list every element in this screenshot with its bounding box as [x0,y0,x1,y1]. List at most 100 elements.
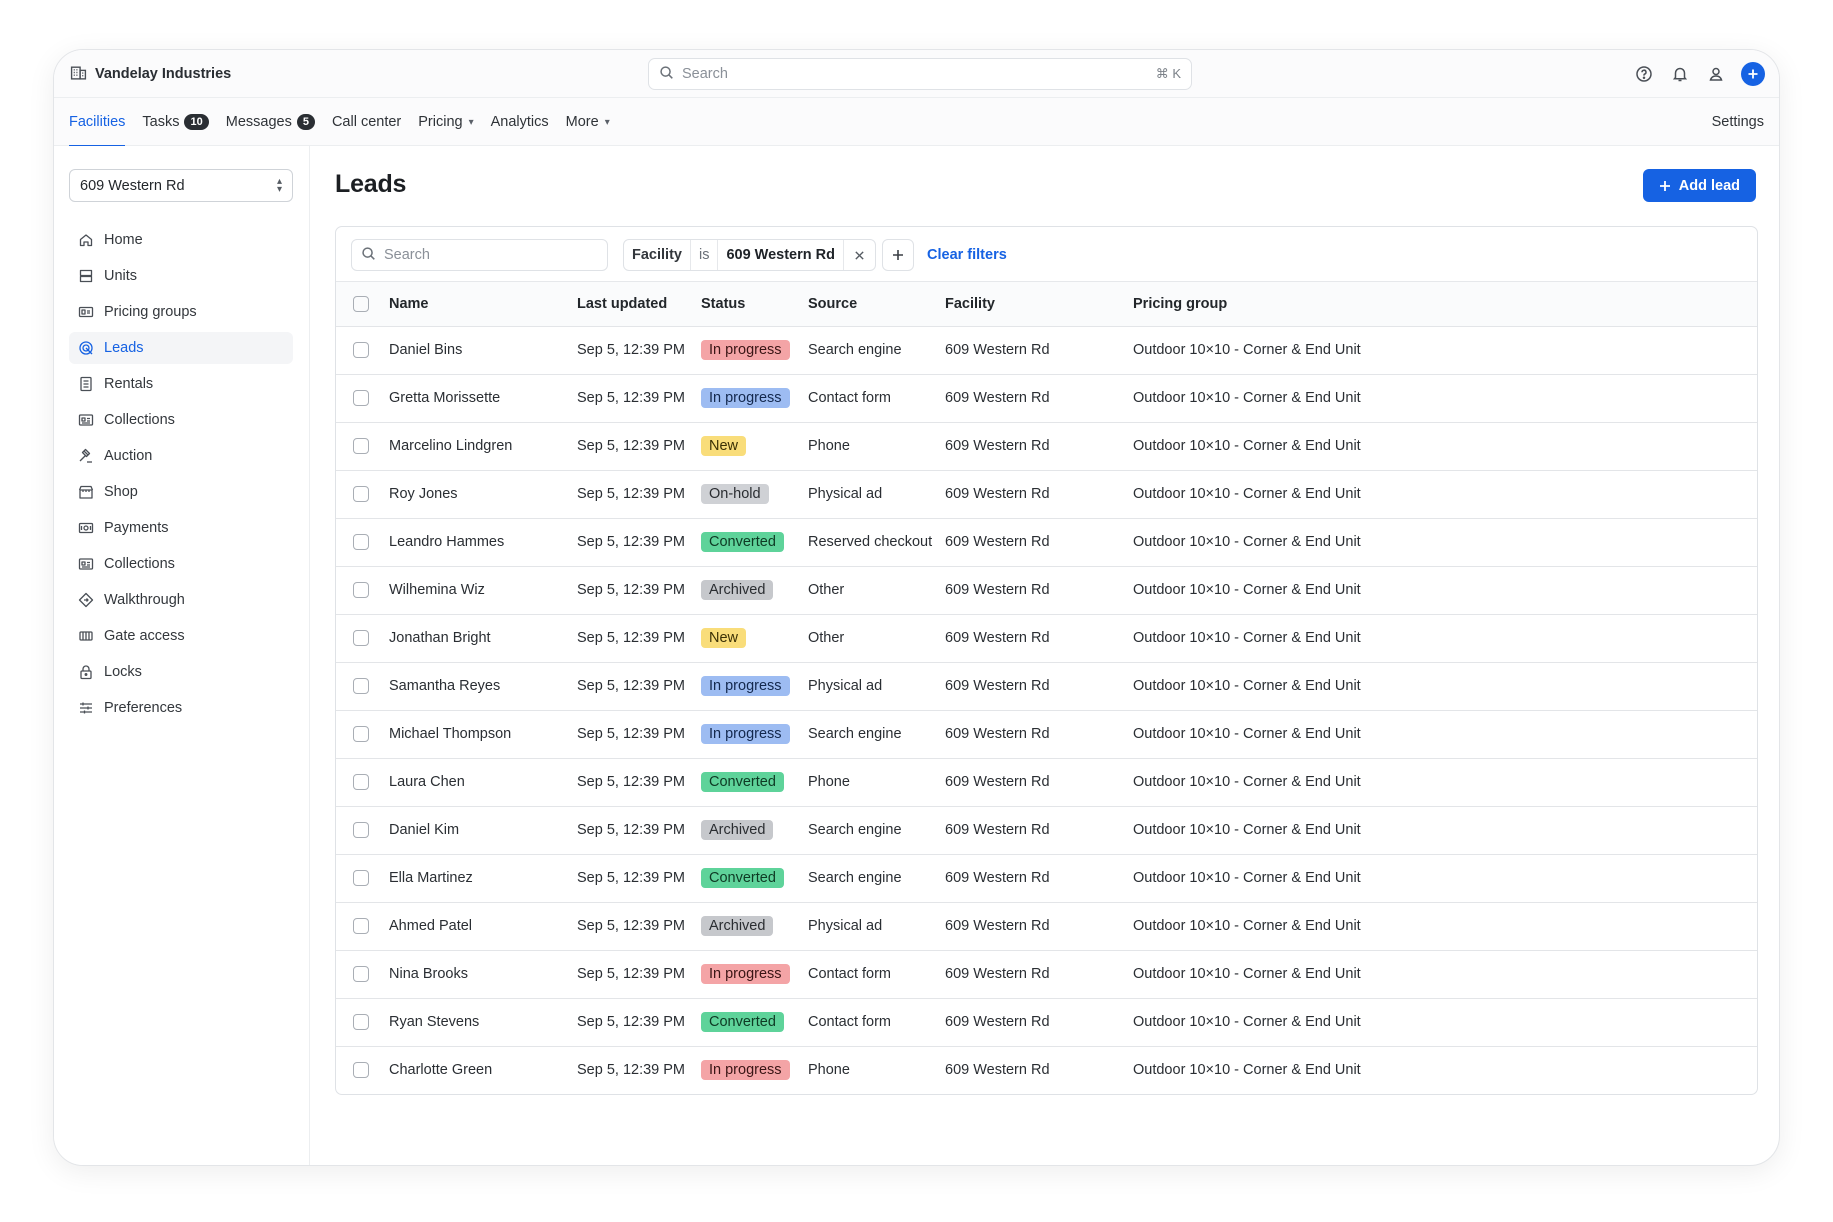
row-checkbox[interactable] [353,678,369,694]
lead-facility: 609 Western Rd [945,614,1133,663]
tab-facilities[interactable]: Facilities [69,98,126,147]
lead-facility: 609 Western Rd [945,710,1133,759]
table-row[interactable]: Laura Chen Sep 5, 12:39 PM Converted Phone 6… [336,758,1757,807]
column-header-source[interactable]: Source [808,282,945,327]
facility-filter-chip[interactable]: Facility is 609 Western Rd [623,239,876,271]
row-checkbox[interactable] [353,726,369,742]
table-row[interactable]: Charlotte Green Sep 5, 12:39 PM In progres… [336,1046,1757,1094]
status-cell: In progress [701,326,808,375]
table-row[interactable]: Roy Jones Sep 5, 12:39 PM On-hold Physical … [336,470,1757,519]
row-checkbox[interactable] [353,390,369,406]
sidebar-item-locks[interactable]: Locks [69,656,293,688]
filter-value[interactable]: 609 Western Rd [718,240,844,270]
row-select-cell [336,614,389,663]
sliders-icon [78,700,94,716]
row-checkbox[interactable] [353,966,369,982]
tab-analytics[interactable]: Analytics [491,98,549,146]
bell-icon[interactable] [1669,63,1691,85]
sidebar-item-collections[interactable]: Collections [69,548,293,580]
row-checkbox[interactable] [353,630,369,646]
lead-source: Contact form [808,998,945,1047]
sidebar-item-rentals[interactable]: Rentals [69,368,293,400]
last-updated: Sep 5, 12:39 PM [577,662,701,711]
org-switcher[interactable]: Vandelay Industries [70,50,231,98]
settings-link[interactable]: Settings [1712,98,1764,146]
sidebar-item-label: Preferences [104,700,183,716]
sidebar-item-leads[interactable]: Leads [69,332,293,364]
table-row[interactable]: Daniel Kim Sep 5, 12:39 PM Archived Search … [336,806,1757,855]
add-filter-button[interactable] [882,239,914,271]
table-row[interactable]: Wilhemina Wiz Sep 5, 12:39 PM Archived Othe… [336,566,1757,615]
pricing-group: Outdoor 10×10 - Corner & End Unit [1133,854,1757,903]
table-row[interactable]: Samantha Reyes Sep 5, 12:39 PM In progress… [336,662,1757,711]
sidebar-item-collections[interactable]: Collections [69,404,293,436]
sidebar-item-auction[interactable]: Auction [69,440,293,472]
tab-more[interactable]: More ▾ [566,98,610,146]
sidebar-item-home[interactable]: Home [69,224,293,256]
table-row[interactable]: Michael Thompson Sep 5, 12:39 PM In progre… [336,710,1757,759]
building-icon [70,64,87,85]
tab-messages[interactable]: Messages 5 [226,98,315,146]
sidebar-item-units[interactable]: Units [69,260,293,292]
column-header-name[interactable]: Name [389,282,577,327]
table-row[interactable]: Marcelino Lindgren Sep 5, 12:39 PM New Phon… [336,422,1757,471]
lead-source: Phone [808,422,945,471]
facility-select[interactable]: 609 Western Rd ▴ ▾ [69,169,293,202]
table-row[interactable]: Ella Martinez Sep 5, 12:39 PM Converted Sea… [336,854,1757,903]
lead-name: Ella Martinez [389,854,577,903]
sidebar-item-shop[interactable]: Shop [69,476,293,508]
clear-filters-link[interactable]: Clear filters [927,239,1007,271]
user-icon[interactable] [1705,63,1727,85]
table-row[interactable]: Jonathan Bright Sep 5, 12:39 PM New Other 60… [336,614,1757,663]
column-header-pricing-group[interactable]: Pricing group [1133,282,1757,327]
table-row[interactable]: Ahmed Patel Sep 5, 12:39 PM Archived Physic… [336,902,1757,951]
row-checkbox[interactable] [353,342,369,358]
lead-facility: 609 Western Rd [945,470,1133,519]
remove-filter-icon[interactable] [844,240,875,270]
column-header-facility[interactable]: Facility [945,282,1133,327]
table-row[interactable]: Ryan Stevens Sep 5, 12:39 PM Converted Cont… [336,998,1757,1047]
row-checkbox[interactable] [353,1062,369,1079]
table-search-input[interactable]: Search [351,239,608,271]
pricing-group: Outdoor 10×10 - Corner & End Unit [1133,1062,1361,1079]
row-checkbox[interactable] [353,486,369,502]
add-lead-button[interactable]: Add lead [1642,169,1756,202]
status-cell: In progress [701,374,808,423]
filter-operator[interactable]: is [691,240,719,270]
shop-icon [78,484,94,500]
row-checkbox[interactable] [353,918,369,934]
sidebar-item-payments[interactable]: Payments [69,512,293,544]
add-lead-label: Add lead [1678,177,1740,194]
tab-call-center[interactable]: Call center [332,98,401,146]
row-checkbox[interactable] [353,870,369,886]
filter-field[interactable]: Facility [624,240,691,270]
row-checkbox[interactable] [353,774,369,790]
status-badge: Archived [701,580,774,600]
status-cell: In progress [701,662,808,711]
create-plus-icon[interactable] [1741,62,1765,86]
table-row[interactable]: Leandro Hammes Sep 5, 12:39 PM Converted Re… [336,518,1757,567]
row-checkbox[interactable] [353,1014,369,1030]
sidebar-item-pricing-groups[interactable]: Pricing groups [69,296,293,328]
row-checkbox[interactable] [353,534,369,550]
table-row[interactable]: Daniel Bins Sep 5, 12:39 PM In progress Sea… [336,326,1757,375]
sidebar-item-walkthrough[interactable]: Walkthrough [69,584,293,616]
table-row[interactable]: Gretta Morissette Sep 5, 12:39 PM In progr… [336,374,1757,423]
status-badge: In progress [701,724,790,744]
global-search-input[interactable]: Search ⌘ K [648,58,1192,90]
row-checkbox[interactable] [353,438,369,454]
column-header-status[interactable]: Status [701,282,808,327]
lead-name: Marcelino Lindgren [389,422,577,471]
tab-tasks[interactable]: Tasks 10 [142,98,209,146]
select-all-checkbox[interactable] [353,295,369,312]
row-checkbox[interactable] [353,582,369,598]
table-row[interactable]: Nina Brooks Sep 5, 12:39 PM In progress Con… [336,950,1757,999]
help-icon[interactable] [1633,63,1655,85]
tab-pricing[interactable]: Pricing ▾ [418,98,473,146]
column-header-last-updated[interactable]: Last updated [577,282,701,327]
sidebar-item-preferences[interactable]: Preferences [69,692,293,724]
row-checkbox[interactable] [353,822,369,838]
lead-name: Ahmed Patel [389,902,577,951]
search-shortcut: ⌘ K [1155,66,1181,81]
sidebar-item-gate-access[interactable]: Gate access [69,620,293,652]
